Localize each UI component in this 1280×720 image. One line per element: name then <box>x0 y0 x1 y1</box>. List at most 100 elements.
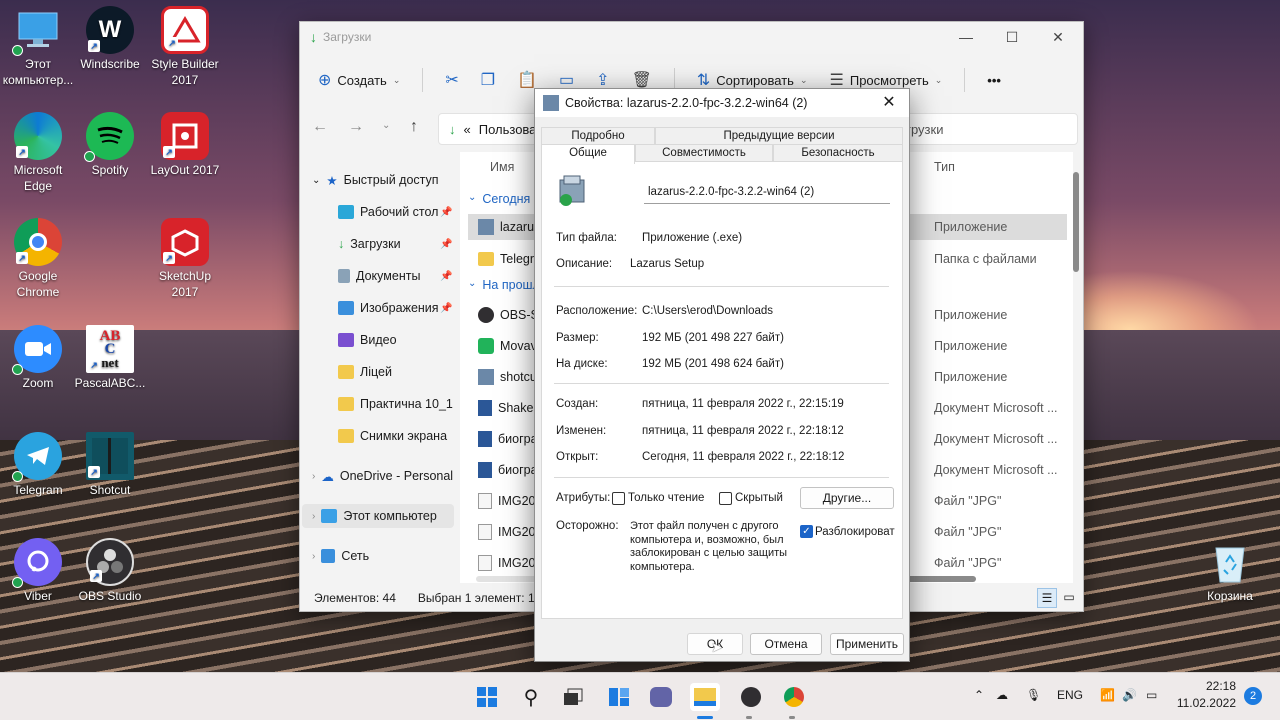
start-button[interactable] <box>472 683 502 711</box>
back-arrow-icon[interactable]: ← <box>312 118 328 136</box>
nav-videos[interactable]: Видео <box>338 328 397 352</box>
sort-label: Сортировать <box>716 72 794 88</box>
installer-large-icon <box>556 174 590 208</box>
onedrive-cloud-icon[interactable]: ☁ <box>996 688 1008 702</box>
recent-chevron-icon[interactable]: ⌄ <box>382 120 390 131</box>
desktop-icon-zoom[interactable]: Zoom <box>0 325 76 391</box>
desktop-icon-chrome[interactable]: ↗ Google Chrome <box>0 218 76 300</box>
filename-input[interactable]: lazarus-2.2.0-fpc-3.2.2-win64 (2) <box>644 182 890 204</box>
group-header-last[interactable]: ⌄ На прошл <box>468 278 540 292</box>
delete-button[interactable]: 🗑 <box>632 70 652 90</box>
microphone-icon[interactable]: 🎙 <box>1026 688 1041 702</box>
taskbar-obs-button[interactable] <box>736 683 766 711</box>
selection-info: Выбран 1 элемент: 19 <box>417 591 542 605</box>
vertical-scrollbar[interactable] <box>1073 172 1079 272</box>
desktop-icon-sketchup[interactable]: ↗ SketchUp 2017 <box>147 218 223 300</box>
readonly-checkbox[interactable] <box>612 492 625 505</box>
nav-folder-screenshots[interactable]: Снимки экрана <box>338 424 447 448</box>
nav-onedrive[interactable]: › ☁ OneDrive - Personal <box>312 464 453 488</box>
rename-button[interactable]: ▭ <box>559 70 574 90</box>
desktop-icon-edge[interactable]: ↗ Microsoft Edge <box>0 112 76 194</box>
clock-time[interactable]: 22:18 <box>1188 679 1236 693</box>
language-indicator[interactable]: ENG <box>1057 688 1083 702</box>
dialog-titlebar[interactable]: Свойства: lazarus-2.2.0-fpc-3.2.2-win64 … <box>535 89 909 117</box>
word-document-icon <box>478 400 492 416</box>
dialog-close-button[interactable]: ✕ <box>875 91 903 115</box>
properties-dialog[interactable]: Свойства: lazarus-2.2.0-fpc-3.2.2-win64 … <box>534 88 910 662</box>
hidden-checkbox[interactable] <box>719 492 732 505</box>
share-button[interactable]: ⇪ <box>596 70 609 90</box>
sort-button[interactable]: ⇅ Сортировать ⌄ <box>697 70 808 90</box>
column-header-name[interactable]: Имя <box>490 160 514 174</box>
up-arrow-icon[interactable]: ↑ <box>410 118 418 136</box>
teams-chat-button[interactable] <box>646 683 676 711</box>
view-button[interactable]: ☰ Просмотреть ⌄ <box>830 70 943 90</box>
volume-icon[interactable]: 🔊 <box>1122 688 1137 702</box>
pascal-logo-c: C <box>104 340 116 357</box>
more-button[interactable]: ••• <box>987 73 1001 88</box>
create-button[interactable]: ⊕ Создать ⌄ <box>318 70 400 90</box>
wifi-icon[interactable]: 📶 <box>1100 688 1115 702</box>
tray-chevron-up-icon[interactable]: ⌃ <box>974 688 984 702</box>
tab-previous-versions[interactable]: Предыдущие версии <box>655 127 903 145</box>
desktop-icon-spotify[interactable]: Spotify <box>72 112 148 178</box>
column-header-type[interactable]: Тип <box>934 160 955 174</box>
desktop-icon-label: OBS Studio <box>78 589 142 603</box>
desktop-icon-windscribe[interactable]: W ↗ Windscribe <box>72 6 148 72</box>
tab-compatibility[interactable]: Совместимость <box>635 144 773 162</box>
tab-general[interactable]: Общие <box>541 144 635 164</box>
desktop-icon-style-builder[interactable]: ↗ Style Builder 2017 <box>147 6 223 88</box>
notification-badge[interactable]: 2 <box>1244 687 1262 705</box>
tiles-view-icon[interactable]: ▭ <box>1059 588 1079 608</box>
tab-details[interactable]: Подробно <box>541 127 655 145</box>
nav-this-pc[interactable]: › Этот компьютер <box>302 504 454 528</box>
chevron-down-icon: ⌄ <box>468 278 477 289</box>
active-indicator <box>697 716 713 719</box>
chevron-down-icon: ⌄ <box>799 74 808 85</box>
task-view-icon <box>564 688 583 705</box>
nav-folder-practical[interactable]: Практична 10_1 <box>338 392 453 416</box>
taskbar-chrome-button[interactable] <box>779 683 809 711</box>
apply-button[interactable]: Применить <box>830 633 904 655</box>
battery-icon[interactable]: ▭ <box>1146 688 1157 702</box>
desktop-icon-layout[interactable]: ↗ LayOut 2017 <box>147 112 223 178</box>
minimize-button[interactable]: — <box>943 26 989 48</box>
search-button[interactable]: ⚲ <box>516 683 546 711</box>
readonly-label: Только чтение <box>628 492 705 504</box>
desktop-icon-shotcut[interactable]: ↗ Shotcut <box>72 432 148 498</box>
search-icon: ⚲ <box>523 686 539 709</box>
chrome-icon: ↗ <box>14 218 62 266</box>
widgets-button[interactable] <box>604 683 634 711</box>
task-view-button[interactable] <box>558 683 588 711</box>
desktop-icon-obs[interactable]: ↗ OBS Studio <box>72 538 148 604</box>
details-view-icon[interactable]: ☰ <box>1037 588 1057 608</box>
forward-arrow-icon[interactable]: → <box>348 118 364 136</box>
nav-documents[interactable]: Документы 📌 <box>338 264 452 288</box>
desktop-icon-telegram[interactable]: Telegram <box>0 432 76 498</box>
nav-folder-litsei[interactable]: Ліцей <box>338 360 392 384</box>
cancel-button[interactable]: Отмена <box>750 633 822 655</box>
paste-button[interactable]: 📋 <box>517 70 537 90</box>
close-button[interactable]: ✕ <box>1035 26 1081 48</box>
desktop-icon-this-pc[interactable]: Этот компьютер... <box>0 6 76 88</box>
nav-downloads[interactable]: ↓ Загрузки 📌 <box>338 232 452 256</box>
nav-pictures[interactable]: Изображения 📌 <box>338 296 452 320</box>
other-attributes-button[interactable]: Другие... <box>800 487 894 509</box>
unblock-checkbox[interactable]: ✓ <box>800 525 813 538</box>
pin-icon: 📌 <box>440 238 453 250</box>
download-arrow-icon: ↓ <box>338 237 345 251</box>
taskbar-explorer-button[interactable] <box>690 683 720 711</box>
nav-network[interactable]: › Сеть <box>312 544 369 568</box>
created-label: Создан: <box>556 398 599 410</box>
desktop-icon-recycle-bin[interactable]: Корзина <box>1192 538 1268 604</box>
desktop-icon-pascalabc[interactable]: AB C net ↗ PascalABC... <box>72 325 148 391</box>
maximize-button[interactable]: ☐ <box>989 26 1035 48</box>
shotcut-icon: ↗ <box>86 432 134 480</box>
tab-security[interactable]: Безопасность <box>773 144 903 162</box>
nav-quick-access[interactable]: ⌄ ★ Быстрый доступ <box>312 168 439 192</box>
clock-date[interactable]: 11.02.2022 <box>1172 696 1236 710</box>
nav-desktop[interactable]: Рабочий стол 📌 <box>338 200 452 224</box>
copy-button[interactable]: ❐ <box>481 70 495 90</box>
cut-button[interactable]: ✂ <box>445 70 458 90</box>
desktop-icon-viber[interactable]: Viber <box>0 538 76 604</box>
